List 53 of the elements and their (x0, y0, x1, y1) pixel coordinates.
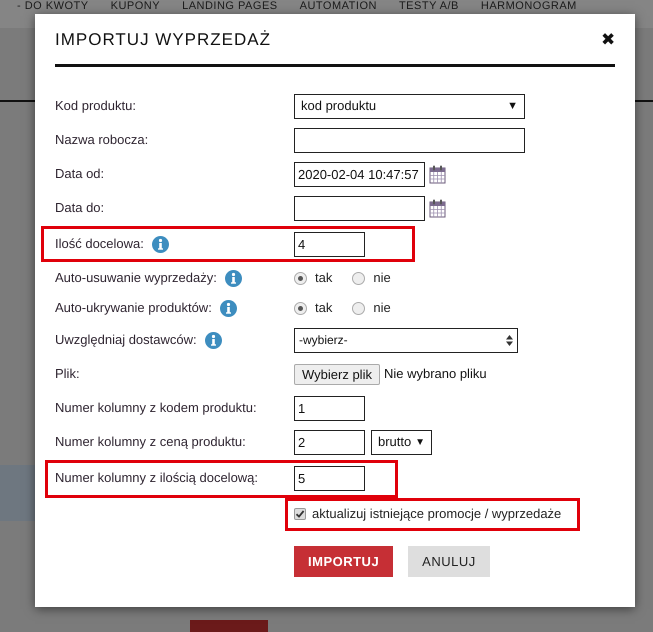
caret-icon: ▼ (507, 98, 518, 114)
input-field[interactable] (294, 128, 525, 152)
import-button[interactable]: IMPORTUJ (294, 546, 394, 577)
close-button[interactable]: ✖ (601, 31, 615, 49)
select-field[interactable]: kod produktu ▼ (294, 94, 525, 118)
field-label: Numer kolumny z ilością docelową: (55, 469, 258, 488)
radio-option[interactable]: tak (294, 298, 332, 318)
nav-item[interactable]: LANDING PAGES (182, 0, 278, 13)
updown-icon (506, 334, 513, 346)
nav-item[interactable]: KUPONY (110, 0, 160, 13)
select-field[interactable]: brutto ▼ (371, 430, 432, 454)
info-icon[interactable] (152, 236, 169, 252)
cancel-button[interactable]: ANULUJ (408, 546, 490, 577)
nav-item[interactable]: HARMONOGRAM (480, 0, 577, 13)
file-button[interactable]: Wybierz plik (294, 364, 380, 384)
nav-item[interactable]: TESTY A/B (398, 0, 459, 13)
checkbox[interactable] (294, 508, 306, 520)
input-field[interactable]: 2 (294, 430, 365, 454)
nav-item[interactable]: AUTOMATION (300, 0, 377, 13)
input-field[interactable]: 1 (294, 396, 365, 420)
input-field[interactable] (294, 196, 425, 220)
field-label: Numer kolumny z kodem produktu: (55, 399, 257, 418)
field-label: Uwzględniaj dostawców: (55, 331, 197, 350)
info-icon[interactable] (224, 270, 242, 286)
field-label: Data do: (55, 199, 104, 218)
field-label: Nazwa robocza: (55, 131, 148, 150)
field-label: Plik: (55, 365, 80, 384)
radio-button[interactable] (352, 272, 366, 284)
field-label: Ilość docelowa: (55, 235, 144, 254)
radio-option[interactable]: nie (352, 298, 391, 318)
info-icon[interactable] (204, 332, 222, 348)
field-label: Data od: (55, 165, 104, 184)
caret-icon: ▼ (415, 434, 425, 450)
field-label: Auto-usuwanie wyprzedaży: (55, 269, 217, 288)
field-label: Auto-ukrywanie produktów: (55, 299, 212, 318)
radio-button[interactable] (294, 302, 307, 314)
radio-button[interactable] (352, 302, 366, 314)
input-field[interactable]: 5 (294, 466, 365, 490)
calendar-icon[interactable] (429, 164, 446, 184)
radio-option[interactable]: nie (352, 268, 391, 288)
dialog-title: IMPORTUJ WYPRZEDAŻ (55, 29, 272, 52)
field-label: Kod produktu: (55, 97, 136, 116)
input-field[interactable]: 4 (294, 232, 365, 256)
file-status: Nie wybrano pliku (384, 365, 487, 384)
radio-button[interactable] (294, 272, 307, 284)
calendar-icon[interactable] (429, 198, 446, 218)
radio-option[interactable]: tak (294, 268, 332, 288)
input-field[interactable]: 2020-02-04 10:47:57 (294, 162, 425, 186)
checkbox-label: aktualizuj istniejące promocje / wyprzedaże (312, 505, 562, 524)
info-icon[interactable] (220, 300, 237, 316)
nav-item[interactable]: - DO KWOTY (17, 0, 89, 13)
field-label: Numer kolumny z ceną produktu: (55, 433, 246, 452)
select-field[interactable]: -wybierz- (294, 328, 518, 352)
